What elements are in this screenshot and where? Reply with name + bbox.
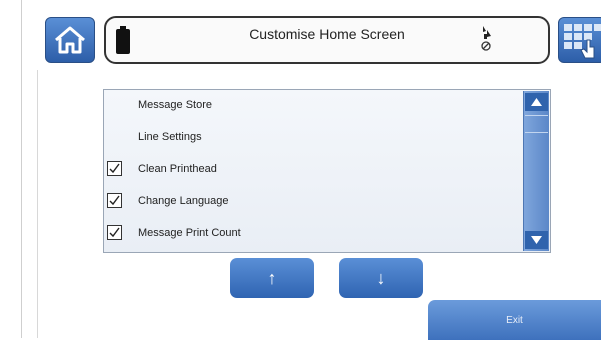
checkbox-change-language[interactable] xyxy=(107,193,122,208)
grid-menu-icon xyxy=(564,24,601,59)
exit-button[interactable]: Exit xyxy=(428,300,601,340)
home-icon xyxy=(55,26,85,54)
triangle-up-icon xyxy=(531,98,542,106)
check-icon xyxy=(109,195,120,206)
arrow-down-icon: ↓ xyxy=(376,267,386,288)
list-item-message-store[interactable]: Message Store xyxy=(104,90,524,122)
ink-status-icon xyxy=(481,26,491,51)
list-item-clean-printhead[interactable]: Clean Printhead xyxy=(104,154,524,186)
list-item-label: Line Settings xyxy=(138,131,202,143)
frame-border-left xyxy=(21,0,22,338)
list-item-label: Message Print Count xyxy=(138,227,241,239)
exit-button-label: Exit xyxy=(506,314,523,326)
checkbox-message-print-count[interactable] xyxy=(107,225,122,240)
move-up-button[interactable]: ↑ xyxy=(230,258,314,298)
list-item-label: Message Store xyxy=(138,99,212,111)
list-item-change-language[interactable]: Change Language xyxy=(104,186,524,218)
menu-item-list: Message Store Line Settings Clean Printh… xyxy=(103,89,551,253)
list-item-label: Clean Printhead xyxy=(138,163,217,175)
checkbox-clean-printhead[interactable] xyxy=(107,161,122,176)
list-item-message-print-count[interactable]: Message Print Count xyxy=(104,218,524,250)
list-item-line-settings[interactable]: Line Settings xyxy=(104,122,524,154)
scroll-down-button[interactable] xyxy=(525,231,548,249)
grid-menu-button[interactable] xyxy=(558,17,601,63)
header-bar: Customise Home Screen xyxy=(104,16,550,64)
scroll-up-button[interactable] xyxy=(525,93,548,111)
frame-border-inner xyxy=(37,70,38,338)
scroll-thumb[interactable] xyxy=(525,115,548,133)
home-button[interactable] xyxy=(45,17,95,63)
list-item-label: Change Language xyxy=(138,195,229,207)
move-down-button[interactable]: ↓ xyxy=(339,258,423,298)
check-icon xyxy=(109,163,120,174)
triangle-down-icon xyxy=(531,236,542,244)
arrow-up-icon: ↑ xyxy=(267,267,277,288)
list-scrollbar[interactable] xyxy=(523,91,549,251)
check-icon xyxy=(109,227,120,238)
